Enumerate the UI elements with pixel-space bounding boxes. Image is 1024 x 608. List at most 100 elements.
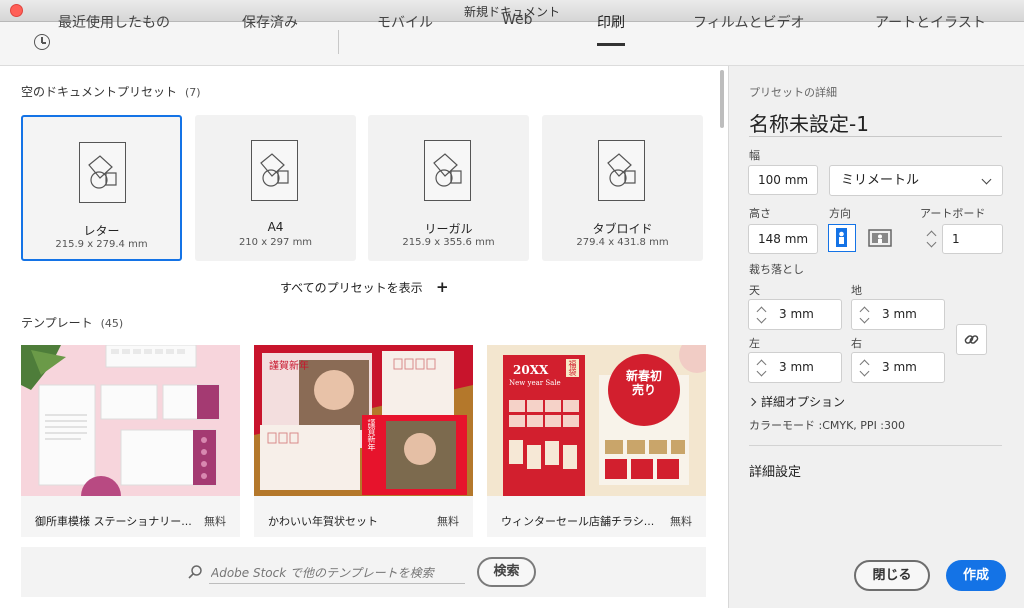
template-price: 無料 — [204, 515, 226, 528]
advanced-options-label: 詳細オプション — [761, 395, 846, 409]
link-icon — [964, 335, 979, 344]
template-name: ウィンターセール店舗チラシ... — [501, 515, 655, 528]
bleed-left-value: 3 mm — [779, 360, 814, 374]
bleed-left-stepper[interactable] — [750, 353, 774, 383]
more-settings-link[interactable]: 詳細設定 — [749, 461, 801, 480]
preset-size: 279.4 x 431.8 mm — [576, 237, 669, 248]
tab-mobile[interactable]: モバイル — [377, 12, 433, 32]
bleed-top-value: 3 mm — [779, 307, 814, 321]
hatsuuri-title: 新春初売り — [625, 369, 662, 397]
nenga-title-2: 謹賀新年 — [367, 419, 376, 451]
landscape-icon — [868, 229, 892, 247]
orientation-label: 方向 — [829, 207, 851, 220]
tab-recent[interactable]: 最近使用したもの — [58, 12, 170, 32]
bleed-top-label: 天 — [749, 284, 760, 297]
chevron-right-icon — [747, 397, 757, 407]
template-name: かわいい年賀状セット — [268, 515, 378, 528]
templates-count: (45) — [100, 317, 124, 330]
bleed-left-label: 左 — [749, 337, 760, 350]
plus-icon[interactable]: + — [436, 280, 449, 295]
preset-card-tabloid[interactable]: タブロイド 279.4 x 431.8 mm — [542, 115, 703, 261]
unit-select-value: ミリメートル — [841, 173, 920, 188]
width-label: 幅 — [749, 149, 760, 162]
template-name: 御所車模様 ステーショナリー... — [35, 515, 192, 528]
preset-name: タブロイド — [592, 222, 653, 236]
template-card-nengajo[interactable]: 謹賀新年 謹賀新年 かわいい年賀状セット 無料 — [254, 345, 473, 537]
bleed-bottom-stepper[interactable] — [853, 300, 877, 330]
bleed-right-label: 右 — [851, 337, 862, 350]
artboard-label: アートボード — [920, 207, 986, 220]
template-thumbnail — [21, 345, 240, 496]
blank-presets-count: (7) — [185, 86, 201, 99]
bleed-right-value: 3 mm — [882, 360, 917, 374]
document-shape-icon — [251, 140, 298, 201]
link-bleed-button[interactable] — [956, 324, 987, 355]
portrait-icon — [836, 228, 847, 247]
search-button[interactable]: 検索 — [477, 557, 536, 587]
preset-size: 210 x 297 mm — [238, 237, 313, 248]
preset-name: リーガル — [424, 222, 473, 236]
document-name-field[interactable]: 名称未設定-1 — [749, 108, 869, 137]
template-price: 無料 — [437, 515, 459, 528]
document-shape-icon — [79, 142, 126, 203]
sale-year: 20XX — [513, 363, 549, 377]
blank-presets-label: 空のドキュメントプリセット — [21, 85, 178, 99]
bleed-top-stepper[interactable] — [750, 300, 774, 330]
template-thumbnail: 謹賀新年 謹賀新年 — [254, 345, 473, 496]
color-mode-text: カラーモード :CMYK, PPI :300 — [749, 419, 906, 432]
document-name-underline — [749, 136, 1002, 137]
stock-search-input[interactable] — [209, 562, 465, 584]
template-card-winter-sale[interactable]: 20XX New year Sale 福袋 新春初売り ウィンターセール店舗チラ… — [487, 345, 706, 537]
bleed-bottom-input[interactable]: 3 mm — [851, 299, 945, 330]
clock-icon — [34, 34, 50, 50]
fukubukuro-badge: 福袋 — [566, 359, 579, 377]
tab-divider — [338, 30, 339, 54]
bleed-top-input[interactable]: 3 mm — [748, 299, 842, 330]
advanced-options-toggle[interactable]: 詳細オプション — [747, 393, 846, 410]
show-all-presets-link[interactable]: すべてのプリセットを表示 — [280, 279, 423, 296]
document-shape-icon — [598, 140, 645, 201]
create-button[interactable]: 作成 — [946, 560, 1006, 591]
template-card-stationery[interactable]: 御所車模様 ステーショナリー... 無料 — [21, 345, 240, 537]
bleed-bottom-label: 地 — [851, 284, 862, 297]
preset-card-legal[interactable]: リーガル 215.9 x 355.6 mm — [368, 115, 529, 261]
preset-size: 215.9 x 355.6 mm — [402, 237, 495, 248]
tab-film-video[interactable]: フィルムとビデオ — [693, 12, 804, 32]
search-icon — [187, 564, 203, 580]
unit-select[interactable]: ミリメートル — [829, 165, 1003, 196]
bleed-left-input[interactable]: 3 mm — [748, 352, 842, 383]
preset-size: 215.9 x 279.4 mm — [55, 239, 148, 250]
blank-presets-heading: 空のドキュメントプリセット (7) — [21, 83, 201, 100]
landscape-button[interactable] — [866, 224, 894, 252]
artboard-stepper[interactable] — [920, 224, 944, 254]
bleed-bottom-value: 3 mm — [882, 307, 917, 321]
template-price: 無料 — [670, 515, 692, 528]
width-input[interactable]: 100 mm — [748, 165, 818, 195]
templates-label: テンプレート — [21, 316, 93, 330]
tab-art-illustration[interactable]: アートとイラスト — [875, 12, 986, 32]
preset-card-letter[interactable]: レター 215.9 x 279.4 mm — [21, 115, 182, 261]
chevron-down-icon — [981, 174, 992, 185]
artboard-input[interactable]: 1 — [942, 224, 1003, 254]
bleed-right-input[interactable]: 3 mm — [851, 352, 945, 383]
preset-card-a4[interactable]: A4 210 x 297 mm — [195, 115, 356, 261]
close-button[interactable]: 閉じる — [854, 560, 930, 591]
details-heading: プリセットの詳細 — [749, 86, 837, 99]
tab-saved[interactable]: 保存済み — [242, 12, 298, 32]
height-label: 高さ — [749, 207, 771, 220]
details-divider — [749, 445, 1002, 446]
scrollbar-thumb[interactable] — [720, 70, 724, 128]
tab-web[interactable]: Web — [502, 12, 533, 28]
document-shape-icon — [424, 140, 471, 201]
nenga-title-1: 謹賀新年 — [269, 361, 309, 372]
tab-print[interactable]: 印刷 — [597, 12, 625, 46]
template-thumbnail: 20XX New year Sale 福袋 新春初売り — [487, 345, 706, 496]
portrait-button[interactable] — [828, 224, 856, 252]
preset-name: A4 — [267, 220, 284, 234]
height-input[interactable]: 148 mm — [748, 224, 818, 254]
sale-english: New year Sale — [509, 379, 561, 387]
preset-name: レター — [83, 224, 120, 238]
bleed-right-stepper[interactable] — [853, 353, 877, 383]
scrollbar[interactable] — [717, 66, 727, 536]
templates-heading: テンプレート (45) — [21, 314, 123, 331]
